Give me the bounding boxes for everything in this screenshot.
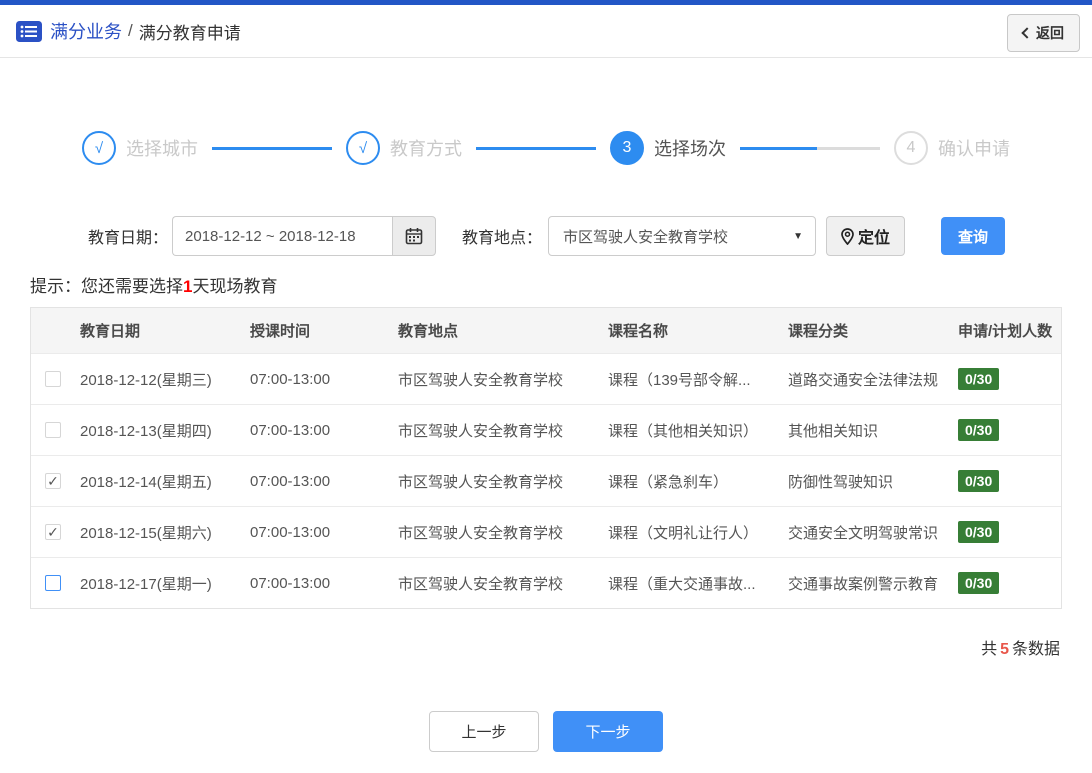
cell-course: 课程（139号部令解... [608,371,751,389]
breadcrumb-page: 满分教育申请 [138,23,241,43]
cell-category: 道路交通安全法律法规 [788,371,939,389]
cell-time: 07:00-13:00 [250,370,331,388]
chevron-left-icon [1021,27,1033,39]
col-header-time: 授课时间 [250,323,311,340]
step-confirm-application: 4 确认申请 [894,131,1010,165]
breadcrumb-separator: / [128,21,133,40]
cell-date: 2018-12-17(星期一) [80,575,212,593]
table-row: 2018-12-15(星期六) 07:00-13:00 市区驾驶人安全教育学校 … [31,506,1061,557]
session-table: 教育日期 授课时间 教育地点 课程名称 课程分类 申请/计划人数 2018-12… [30,307,1062,609]
cell-time: 07:00-13:00 [250,472,331,490]
step-connector [740,146,880,150]
cell-category: 交通安全文明驾驶常识 [788,524,939,542]
location-select-value: 市区驾驶人安全教育学校 [563,228,729,246]
table-row: 2018-12-14(星期五) 07:00-13:00 市区驾驶人安全教育学校 … [31,455,1061,506]
cell-time: 07:00-13:00 [250,421,331,439]
quota-badge: 0/30 [958,572,1000,594]
cell-location: 市区驾驶人安全教育学校 [398,422,564,440]
row-checkbox[interactable] [45,422,61,438]
step-2-circle: √ [346,131,380,165]
locate-button-label: 定位 [858,230,891,247]
step-2-label: 教育方式 [390,139,462,159]
row-checkbox[interactable] [45,473,61,489]
cell-category: 交通事故案例警示教育 [788,575,939,593]
cell-course: 课程（其他相关知识） [608,422,759,440]
step-1-circle: √ [82,131,116,165]
wizard-nav-buttons: 上一步 下一步 [0,711,1092,752]
map-pin-icon [841,227,854,245]
col-header-date: 教育日期 [80,323,141,340]
previous-step-button[interactable]: 上一步 [429,711,539,752]
col-header-location: 教育地点 [398,323,459,340]
step-3-circle: 3 [610,131,644,165]
calendar-button[interactable] [392,216,437,256]
cell-date: 2018-12-13(星期四) [80,422,212,440]
step-4-label: 确认申请 [938,139,1010,159]
cell-location: 市区驾驶人安全教育学校 [398,575,564,593]
search-button[interactable]: 查询 [941,217,1006,255]
cell-location: 市区驾驶人安全教育学校 [398,473,564,491]
step-connector [212,146,332,150]
page: 满分业务 / 满分教育申请 返回 √ 选择城市 √ 教育方式 3 选择场次 4 … [0,0,1092,773]
table-row: 2018-12-17(星期一) 07:00-13:00 市区驾驶人安全教育学校 … [31,557,1061,608]
row-checkbox[interactable] [45,371,61,387]
record-count-summary: 共 5 条数据 [0,635,1060,659]
cell-category: 防御性驾驶知识 [788,473,894,491]
step-indicator: √ 选择城市 √ 教育方式 3 选择场次 4 确认申请 [0,118,1092,178]
quota-badge: 0/30 [958,521,1000,543]
cell-course: 课程（重大交通事故... [608,575,756,593]
chevron-down-icon: ▼ [793,230,804,242]
notice-suffix: 天现场教育 [192,277,278,296]
cell-date: 2018-12-12(星期三) [80,371,212,389]
step-3-label: 选择场次 [654,139,726,159]
summary-suffix: 条数据 [1011,641,1060,658]
col-header-category: 课程分类 [788,323,849,340]
breadcrumb-section[interactable]: 满分业务 [50,18,122,44]
cell-course: 课程（紧急刹车） [608,473,729,491]
summary-prefix: 共 [981,641,998,658]
filter-bar: 教育日期： 教育地点： 市区驾驶人安全教育学校 ▼ [88,216,1092,256]
quota-badge: 0/30 [958,470,1000,492]
row-checkbox[interactable] [45,524,61,540]
col-header-quota: 申请/计划人数 [958,323,1053,340]
cell-time: 07:00-13:00 [250,574,331,592]
cell-location: 市区驾驶人安全教育学校 [398,524,564,542]
calendar-icon [405,228,423,245]
step-4-circle: 4 [894,131,928,165]
next-step-button[interactable]: 下一步 [553,711,663,752]
education-location-label: 教育地点： [462,230,543,247]
step-1-label: 选择城市 [126,139,198,159]
step-select-session: 3 选择场次 [610,131,726,165]
table-header-row: 教育日期 授课时间 教育地点 课程名称 课程分类 申请/计划人数 [31,308,1061,353]
location-select[interactable]: 市区驾驶人安全教育学校 ▼ [548,216,817,256]
cell-location: 市区驾驶人安全教育学校 [398,371,564,389]
notice-prefix: 提示：您还需要选择 [30,277,183,296]
cell-date: 2018-12-14(星期五) [80,473,212,491]
cell-time: 07:00-13:00 [250,523,331,541]
date-range-group [172,216,437,256]
row-checkbox[interactable] [45,575,61,591]
table-row: 2018-12-12(星期三) 07:00-13:00 市区驾驶人安全教育学校 … [31,353,1061,404]
page-header: 满分业务 / 满分教育申请 返回 [0,5,1092,58]
list-icon [16,20,42,42]
col-header-course: 课程名称 [608,323,669,340]
back-button-label: 返回 [1036,25,1064,41]
back-button[interactable]: 返回 [1007,14,1080,52]
cell-date: 2018-12-15(星期六) [80,524,212,542]
step-select-city: √ 选择城市 [82,131,198,165]
cell-course: 课程（文明礼让行人） [608,524,759,542]
step-education-mode: √ 教育方式 [346,131,462,165]
cell-category: 其他相关知识 [788,422,879,440]
education-date-label: 教育日期： [88,230,169,247]
table-row: 2018-12-13(星期四) 07:00-13:00 市区驾驶人安全教育学校 … [31,404,1061,455]
quota-badge: 0/30 [958,419,1000,441]
quota-badge: 0/30 [958,368,1000,390]
record-count: 5 [1000,641,1009,658]
date-range-input[interactable] [172,216,393,256]
notice-text: 提示：您还需要选择1天现场教育 [30,272,1092,297]
locate-button[interactable]: 定位 [826,216,906,256]
step-connector [476,146,596,150]
